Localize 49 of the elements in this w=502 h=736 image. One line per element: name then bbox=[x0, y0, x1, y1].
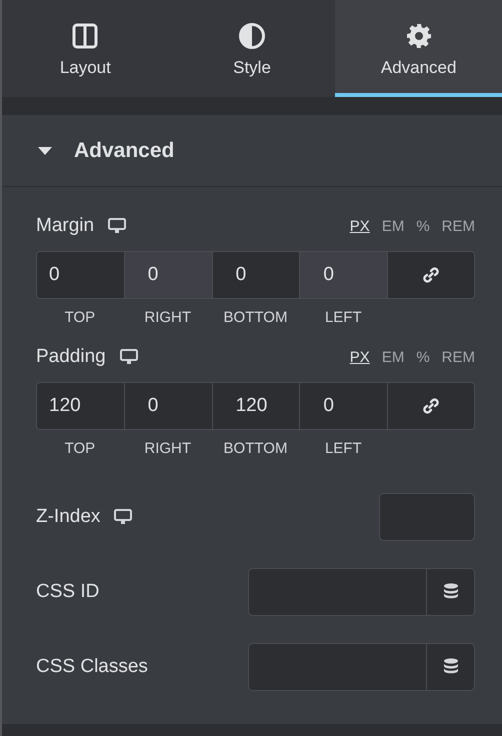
dimension-caption: BOTTOM bbox=[224, 440, 288, 457]
control-label: CSS ID bbox=[36, 581, 100, 603]
dimension-caption: RIGHT bbox=[144, 309, 192, 326]
desktop-icon[interactable] bbox=[114, 509, 132, 525]
panel-tab[interactable]: Advanced bbox=[335, 0, 502, 97]
link-icon bbox=[421, 265, 442, 285]
dimension-field[interactable]: 120 bbox=[36, 382, 124, 430]
desktop-icon[interactable] bbox=[120, 349, 138, 365]
unit-option[interactable]: EM bbox=[382, 348, 404, 366]
link-icon bbox=[421, 396, 442, 416]
unit-option[interactable]: PX bbox=[350, 218, 370, 234]
dimension-field[interactable]: 0 bbox=[299, 251, 388, 299]
section-header[interactable]: Advanced bbox=[2, 115, 502, 187]
dimension-caption: TOP bbox=[64, 309, 96, 326]
contrast-icon bbox=[238, 22, 266, 50]
dimension-caption: LEFT bbox=[324, 440, 362, 457]
z-index-field[interactable] bbox=[379, 493, 475, 541]
unit-option[interactable]: REM bbox=[442, 218, 475, 234]
unit-option[interactable]: PX bbox=[350, 348, 370, 366]
unit-option[interactable]: % bbox=[416, 348, 430, 366]
unit-option[interactable]: REM bbox=[442, 348, 475, 366]
caret-icon bbox=[38, 146, 52, 154]
text-field[interactable] bbox=[248, 568, 475, 616]
link-values-button[interactable] bbox=[387, 251, 475, 299]
settings-icon bbox=[404, 22, 433, 50]
unit-option[interactable]: % bbox=[416, 218, 430, 234]
link-values-button[interactable] bbox=[387, 382, 475, 430]
columns-icon bbox=[71, 22, 100, 50]
database-icon bbox=[442, 658, 458, 676]
dimension-caption: BOTTOM bbox=[224, 309, 288, 326]
text-field[interactable] bbox=[248, 643, 475, 691]
control-label: CSS Classes bbox=[36, 656, 148, 678]
dimension-field[interactable]: 0 bbox=[124, 251, 212, 299]
unit-option[interactable]: EM bbox=[382, 218, 404, 234]
dimension-caption: LEFT bbox=[324, 309, 362, 326]
dimension-caption: TOP bbox=[64, 440, 96, 457]
dimension-field[interactable]: 0 bbox=[124, 382, 212, 430]
control-label: Z-Index bbox=[36, 506, 100, 528]
dimension-field[interactable]: 0 bbox=[212, 251, 300, 299]
control-label: Padding bbox=[36, 346, 106, 368]
control-label: Margin bbox=[36, 215, 94, 237]
panel-tab[interactable]: Layout bbox=[2, 0, 169, 97]
panel-tab[interactable]: Style bbox=[168, 0, 336, 97]
dimension-field[interactable]: 0 bbox=[299, 382, 388, 430]
dimension-field[interactable]: 0 bbox=[36, 251, 124, 299]
dimension-field[interactable]: 120 bbox=[212, 382, 300, 430]
dimension-caption: RIGHT bbox=[144, 440, 192, 457]
database-icon bbox=[442, 583, 458, 601]
desktop-icon[interactable] bbox=[108, 218, 126, 234]
